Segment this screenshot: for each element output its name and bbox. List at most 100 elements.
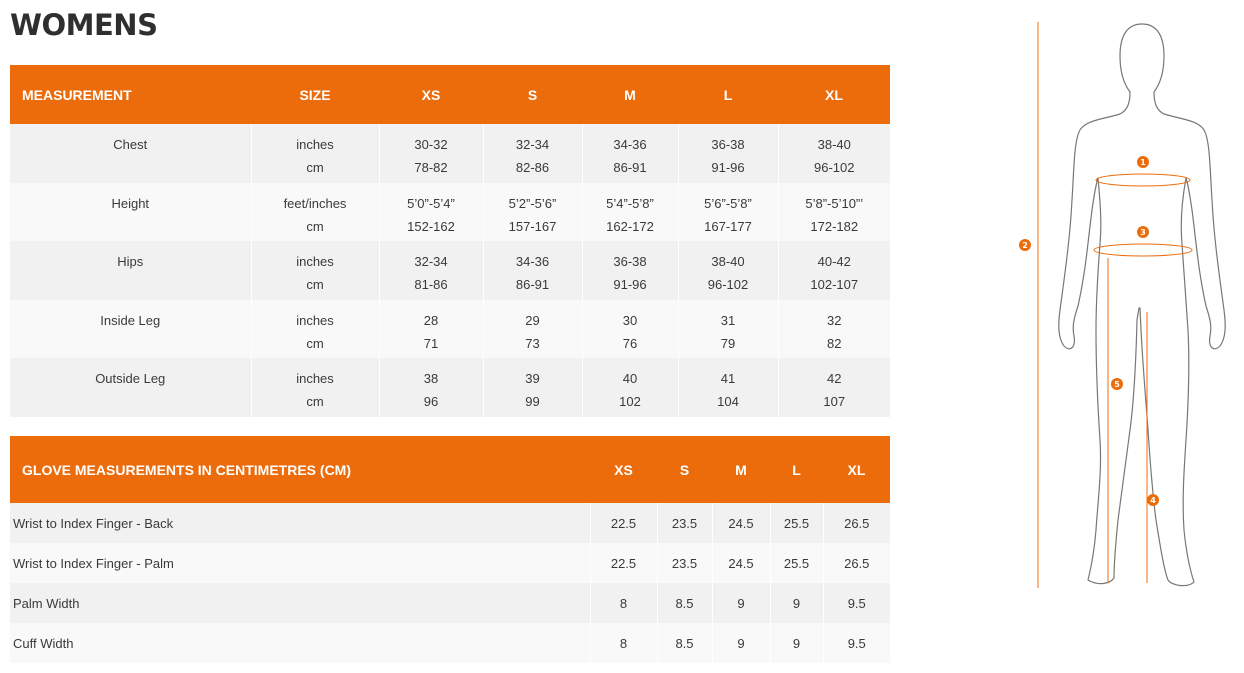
value-cell-s: 32-34 82-86	[483, 124, 583, 183]
value-secondary: 157-167	[508, 218, 557, 234]
unit-secondary: cm	[306, 277, 324, 293]
value-primary: 5’2”-5’6”	[508, 195, 557, 211]
value-cell-s: 23.5	[657, 503, 713, 543]
value-primary: 34-36	[515, 254, 550, 270]
value-cell-m: 40 102	[582, 358, 679, 417]
value-primary: 29	[525, 312, 540, 328]
value-secondary: 73	[525, 335, 540, 351]
marker-1: 1	[1137, 156, 1149, 168]
value-cell-l: 31 79	[678, 299, 779, 359]
value-primary: 5’0”-5’4”	[407, 195, 455, 211]
value-cell-xs: 8	[590, 623, 658, 663]
value-cell-m: 24.5	[712, 503, 771, 543]
value-secondary: 107	[823, 394, 846, 410]
value-primary: 34-36	[613, 137, 647, 152]
chest-line	[1095, 173, 1191, 187]
value-secondary: 81-86	[414, 277, 448, 293]
value-cell-m: 30 76	[582, 299, 679, 359]
measurement-label: Outside Leg	[10, 358, 252, 417]
value-cell-xl: 9.5	[823, 583, 890, 623]
header-xs: XS	[590, 436, 657, 503]
value-primary: 41	[720, 371, 736, 387]
value-primary: 40	[622, 371, 638, 387]
table-row: Height feet/inches cm 5’0”-5’4” 152-162 5’…	[10, 182, 890, 242]
marker-1-label: 1	[1140, 158, 1146, 167]
measurement-label: Chest	[10, 124, 252, 183]
value-secondary: 82	[827, 335, 842, 351]
value-secondary: 104	[717, 394, 739, 410]
table-row: Outside Leg inches cm 38 96 39 99 40 102 41 1…	[10, 358, 890, 417]
header-measurement: MEASUREMENT	[10, 65, 251, 124]
header-glove-measurement: GLOVE MEASUREMENTS IN CENTIMETRES (CM)	[10, 436, 590, 503]
measurement-name: Height	[111, 195, 150, 211]
value-secondary: 102-107	[810, 277, 859, 293]
marker-2: 2	[1019, 239, 1031, 251]
table-row: Wrist to Index Finger - Palm 22.5 23.5 2…	[10, 543, 890, 583]
measurement-label: Hips	[10, 241, 252, 300]
value-cell-xl: 42 107	[778, 358, 890, 417]
value-cell-s: 34-36 86-91	[483, 241, 583, 300]
unit-cell: inches cm	[251, 358, 380, 417]
header-s: S	[657, 436, 712, 503]
value-primary: 36-38	[711, 137, 745, 152]
value-cell-s: 5’2”-5’6” 157-167	[483, 182, 583, 242]
value-secondary: 86-91	[515, 277, 550, 293]
value-secondary: 91-96	[613, 277, 647, 293]
header-size: SIZE	[251, 65, 379, 124]
marker-5-label: 5	[1114, 380, 1120, 389]
value-cell-s: 8.5	[657, 583, 713, 623]
unit-primary: feet/inches	[283, 195, 347, 211]
measurement-name: Outside Leg	[95, 371, 166, 387]
value-secondary: 96-102	[814, 160, 855, 175]
unit-secondary: cm	[306, 394, 324, 410]
value-cell-m: 9	[712, 623, 771, 663]
value-secondary: 86-91	[613, 160, 647, 175]
value-primary: 5’4”-5’8”	[606, 195, 654, 211]
value-secondary: 96	[423, 394, 439, 410]
value-primary: 40-42	[817, 254, 851, 270]
header-xs: XS	[379, 65, 483, 124]
measurement-name: Chest	[113, 137, 148, 152]
table-row: Chest inches cm 30-32 78-82 32-34 82-86 34-…	[10, 124, 890, 183]
value-cell-xs: 5’0”-5’4” 152-162	[379, 182, 484, 242]
unit-secondary: cm	[306, 218, 324, 234]
table-row: Inside Leg inches cm 28 71 29 73 30 76 31 79 …	[10, 299, 890, 359]
value-primary: 31	[720, 312, 736, 328]
value-primary: 32	[827, 312, 842, 328]
value-cell-xs: 38 96	[379, 358, 484, 417]
unit-cell: inches cm	[251, 299, 380, 359]
value-cell-s: 29 73	[483, 299, 583, 359]
value-cell-xl: 26.5	[823, 543, 890, 583]
marker-4: 4	[1147, 494, 1159, 506]
unit-secondary: cm	[306, 160, 324, 175]
header-s: S	[483, 65, 582, 124]
value-cell-xs: 28 71	[379, 299, 484, 359]
unit-primary: inches	[296, 371, 334, 387]
marker-2-label: 2	[1022, 241, 1028, 250]
body-silhouette	[1058, 23, 1226, 587]
value-cell-m: 34-36 86-91	[582, 124, 679, 183]
value-cell-l: 9	[770, 623, 824, 663]
value-cell-l: 41 104	[678, 358, 779, 417]
unit-secondary: cm	[306, 335, 324, 351]
header-l: L	[770, 436, 823, 503]
header-l: L	[678, 65, 778, 124]
value-secondary: 172-182	[810, 218, 859, 234]
value-secondary: 82-86	[515, 160, 550, 175]
value-cell-xl: 38-40 96-102	[778, 124, 890, 183]
glove-chart-header-row: GLOVE MEASUREMENTS IN CENTIMETRES (CM) X…	[10, 436, 890, 503]
measurement-name: Hips	[117, 254, 144, 270]
value-cell-m: 9	[712, 583, 771, 623]
value-primary: 39	[525, 371, 540, 387]
value-secondary: 79	[720, 335, 736, 351]
value-cell-xs: 30-32 78-82	[379, 124, 484, 183]
value-secondary: 99	[525, 394, 540, 410]
value-primary: 30-32	[414, 137, 448, 152]
unit-cell: inches cm	[251, 124, 380, 183]
value-cell-l: 25.5	[770, 503, 824, 543]
value-secondary: 102	[619, 394, 641, 410]
header-xl: XL	[778, 65, 890, 124]
value-primary: 5’8”-5’10”’	[805, 195, 864, 211]
measurement-name: Inside Leg	[100, 312, 161, 328]
value-cell-xl: 40-42 102-107	[778, 241, 890, 300]
